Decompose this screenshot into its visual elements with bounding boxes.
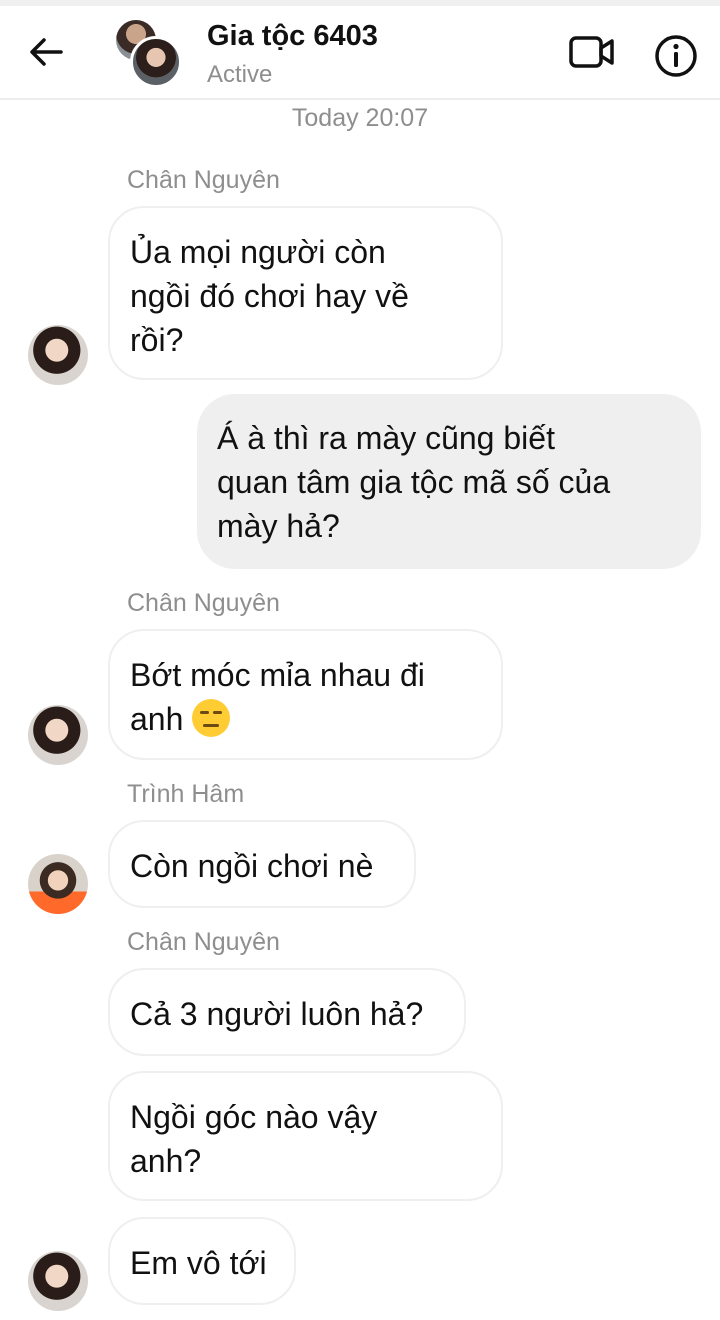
avatar bbox=[130, 36, 182, 88]
message-line: mày hả? bbox=[217, 508, 340, 544]
message-line: anh bbox=[130, 697, 481, 741]
sender-avatar[interactable] bbox=[28, 705, 88, 765]
active-status: Active bbox=[207, 61, 273, 88]
message-bubble[interactable]: Bớt móc mỉa nhau đi anh bbox=[108, 629, 503, 760]
sender-name: Trình Hâm bbox=[127, 780, 245, 808]
message-line: Ngồi góc nào vậy bbox=[130, 1099, 378, 1135]
sender-avatar[interactable] bbox=[28, 854, 88, 914]
message-line: quan tâm gia tộc mã số của bbox=[217, 464, 611, 500]
message-line: Còn ngồi chơi nè bbox=[130, 848, 374, 884]
info-button[interactable] bbox=[652, 32, 700, 80]
message-line: rồi? bbox=[130, 322, 184, 358]
chat-title[interactable]: Gia tộc 6403 bbox=[207, 20, 378, 53]
sender-avatar[interactable] bbox=[28, 1251, 88, 1311]
message-line: Bớt móc mỉa nhau đi bbox=[130, 657, 425, 693]
date-separator: Today 20:07 bbox=[291, 104, 429, 132]
message-bubble[interactable]: Cả 3 người luôn hả? bbox=[108, 968, 466, 1056]
message-bubble-outgoing[interactable]: Á à thì ra mày cũng biết quan tâm gia tộ… bbox=[197, 394, 701, 569]
message-bubble[interactable]: Em vô tới bbox=[108, 1217, 296, 1305]
message-bubble[interactable]: Ngồi góc nào vậy anh? bbox=[108, 1071, 503, 1201]
video-camera-icon bbox=[569, 36, 614, 68]
message-bubble[interactable]: Ủa mọi người còn ngồi đó chơi hay về rồi… bbox=[108, 206, 503, 380]
message-line: Ủa mọi người còn bbox=[130, 234, 386, 270]
info-icon bbox=[655, 35, 697, 77]
message-line: Á à thì ra mày cũng biết bbox=[217, 420, 555, 456]
sender-name: Chân Nguyên bbox=[127, 928, 280, 956]
message-line: anh? bbox=[130, 1143, 202, 1179]
message-line: ngồi đó chơi hay về bbox=[130, 278, 409, 314]
expressionless-face-emoji bbox=[192, 699, 231, 737]
sender-name: Chân Nguyên bbox=[127, 166, 280, 194]
sender-avatar[interactable] bbox=[28, 325, 88, 385]
group-avatar[interactable] bbox=[116, 20, 182, 88]
chat-header: Gia tộc 6403 Active bbox=[0, 6, 720, 100]
message-line: Em vô tới bbox=[130, 1245, 267, 1281]
message-line: Cả 3 người luôn hả? bbox=[130, 996, 424, 1032]
message-bubble[interactable]: Còn ngồi chơi nè bbox=[108, 820, 416, 908]
arrow-left-icon bbox=[30, 38, 63, 66]
back-button[interactable] bbox=[22, 32, 70, 72]
video-call-button[interactable] bbox=[566, 32, 618, 72]
sender-name: Chân Nguyên bbox=[127, 589, 280, 617]
